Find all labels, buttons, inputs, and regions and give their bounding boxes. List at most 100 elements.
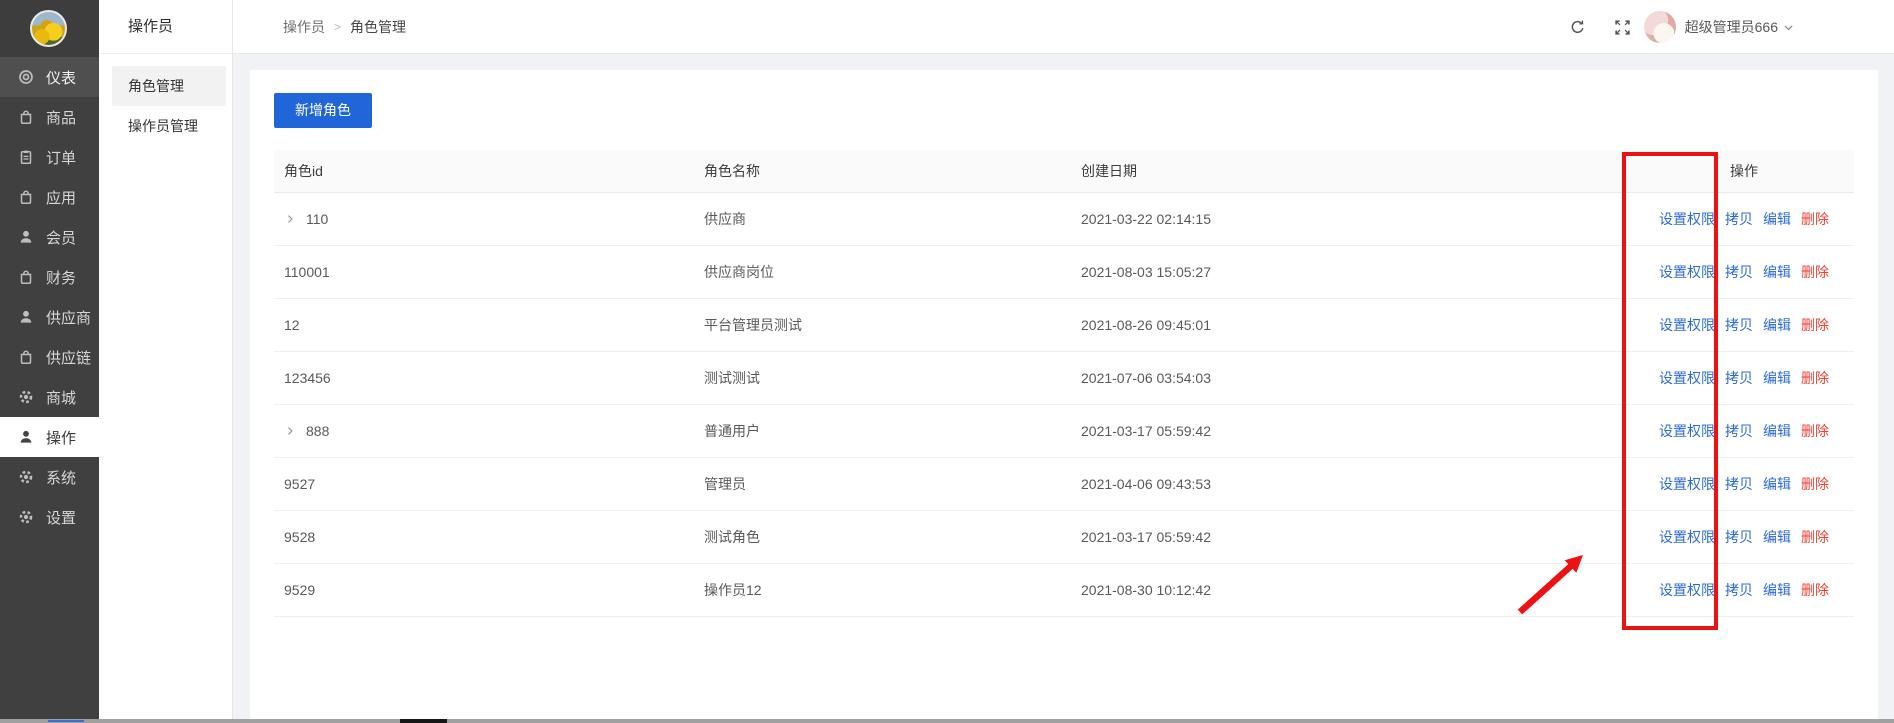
- action-link-set-permissions[interactable]: 设置权限: [1659, 421, 1715, 441]
- table-row: 9527 管理员2021-04-06 09:43:53 设置权限拷贝编辑删除: [274, 457, 1854, 510]
- action-link-edit[interactable]: 编辑: [1763, 421, 1791, 441]
- action-link-set-permissions[interactable]: 设置权限: [1659, 580, 1715, 600]
- action-link-delete[interactable]: 删除: [1801, 527, 1829, 547]
- sidebar-item-settings[interactable]: 设置: [0, 497, 99, 537]
- breadcrumb-item-operator[interactable]: 操作员: [283, 17, 325, 37]
- role-name-cell: 管理员: [694, 457, 1071, 510]
- role-name-cell: 操作员12: [694, 563, 1071, 616]
- created-date-cell: 2021-04-06 09:43:53: [1071, 457, 1634, 510]
- action-link-edit[interactable]: 编辑: [1763, 262, 1791, 282]
- action-link-copy[interactable]: 拷贝: [1725, 421, 1753, 441]
- role-id-cell: 9529: [274, 563, 694, 616]
- sidebar-item-finance[interactable]: 财务: [0, 257, 99, 297]
- main-sidebar: 仪表商品订单应用会员财务供应商供应链商城操作系统设置: [0, 0, 99, 723]
- action-link-set-permissions[interactable]: 设置权限: [1659, 474, 1715, 494]
- person-icon: [18, 229, 34, 245]
- scrollbar-thumb[interactable]: [400, 719, 447, 723]
- role-id-value: 9527: [284, 476, 315, 492]
- created-date-cell: 2021-03-17 05:59:42: [1071, 510, 1634, 563]
- column-header-role-name: 角色名称: [694, 150, 1071, 192]
- table-row: 123456测试测试2021-07-06 03:54:03设置权限拷贝编辑删除: [274, 351, 1854, 404]
- sidebar-item-label: 应用: [46, 187, 76, 208]
- row-expand-icon[interactable]: [284, 425, 296, 437]
- app-root: 仪表商品订单应用会员财务供应商供应链商城操作系统设置 操作员 角色管理操作员管理…: [0, 0, 1894, 723]
- action-link-set-permissions[interactable]: 设置权限: [1659, 315, 1715, 335]
- column-header-actions: 操作: [1634, 150, 1854, 192]
- action-link-copy[interactable]: 拷贝: [1725, 580, 1753, 600]
- sidebar-item-label: 财务: [46, 267, 76, 288]
- sidebar-item-mall[interactable]: 商城: [0, 377, 99, 417]
- action-link-edit[interactable]: 编辑: [1763, 474, 1791, 494]
- sub-sidebar: 操作员 角色管理操作员管理: [99, 0, 233, 723]
- table-header-row: 角色id 角色名称 创建日期 操作: [274, 150, 1854, 192]
- sidebar-item-dashboard[interactable]: 仪表: [0, 57, 99, 97]
- created-date-cell: 2021-03-17 05:59:42: [1071, 404, 1634, 457]
- action-link-edit[interactable]: 编辑: [1763, 368, 1791, 388]
- action-link-set-permissions[interactable]: 设置权限: [1659, 262, 1715, 282]
- role-id-cell: 110001: [274, 245, 694, 298]
- action-link-delete[interactable]: 删除: [1801, 368, 1829, 388]
- actions-cell: 设置权限拷贝编辑删除: [1634, 245, 1854, 298]
- sidebar-item-apps[interactable]: 应用: [0, 177, 99, 217]
- user-name: 超级管理员666: [1685, 17, 1778, 37]
- sidebar-item-goods[interactable]: 商品: [0, 97, 99, 137]
- created-date-cell: 2021-08-26 09:45:01: [1071, 298, 1634, 351]
- sidebar-item-system[interactable]: 系统: [0, 457, 99, 497]
- action-link-set-permissions[interactable]: 设置权限: [1659, 527, 1715, 547]
- add-role-button[interactable]: 新增角色: [274, 93, 372, 128]
- row-expand-icon[interactable]: [284, 213, 296, 225]
- action-link-copy[interactable]: 拷贝: [1725, 474, 1753, 494]
- table-row: 888普通用户2021-03-17 05:59:42设置权限拷贝编辑删除: [274, 404, 1854, 457]
- sidebar-item-label: 商品: [46, 107, 76, 128]
- fullscreen-icon[interactable]: [1614, 19, 1631, 36]
- sidebar-item-members[interactable]: 会员: [0, 217, 99, 257]
- action-link-copy[interactable]: 拷贝: [1725, 315, 1753, 335]
- action-link-edit[interactable]: 编辑: [1763, 527, 1791, 547]
- sidebar-item-label: 设置: [46, 507, 76, 528]
- horizontal-scrollbar[interactable]: [0, 719, 1894, 723]
- role-id-value: 888: [306, 423, 329, 439]
- action-link-delete[interactable]: 删除: [1801, 262, 1829, 282]
- action-link-edit[interactable]: 编辑: [1763, 209, 1791, 229]
- role-name-cell: 供应商岗位: [694, 245, 1071, 298]
- logo-section: [0, 0, 99, 57]
- role-name-cell: 平台管理员测试: [694, 298, 1071, 351]
- action-link-delete[interactable]: 删除: [1801, 209, 1829, 229]
- sidebar-item-orders[interactable]: 订单: [0, 137, 99, 177]
- sub-sidebar-title: 操作员: [99, 0, 232, 54]
- action-link-copy[interactable]: 拷贝: [1725, 368, 1753, 388]
- action-link-edit[interactable]: 编辑: [1763, 315, 1791, 335]
- sidebar-item-label: 订单: [46, 147, 76, 168]
- submenu-item-operator-management[interactable]: 操作员管理: [112, 106, 226, 146]
- role-id-cell: 123456: [274, 351, 694, 404]
- refresh-icon[interactable]: [1569, 19, 1586, 36]
- role-id-value: 110001: [284, 264, 330, 280]
- gear-icon: [18, 509, 34, 525]
- action-link-set-permissions[interactable]: 设置权限: [1659, 368, 1715, 388]
- bag-icon: [18, 189, 34, 205]
- submenu-item-role-management[interactable]: 角色管理: [112, 66, 226, 106]
- role-id-cell: 110: [274, 192, 694, 245]
- sidebar-item-label: 商城: [46, 387, 76, 408]
- action-link-set-permissions[interactable]: 设置权限: [1659, 209, 1715, 229]
- sidebar-item-supply-chain[interactable]: 供应链: [0, 337, 99, 377]
- action-link-delete[interactable]: 删除: [1801, 421, 1829, 441]
- action-link-copy[interactable]: 拷贝: [1725, 209, 1753, 229]
- action-link-copy[interactable]: 拷贝: [1725, 527, 1753, 547]
- role-id-cell: 9528: [274, 510, 694, 563]
- role-id-value: 123456: [284, 370, 331, 386]
- user-menu[interactable]: 超级管理员666: [1644, 11, 1795, 43]
- sidebar-item-suppliers[interactable]: 供应商: [0, 297, 99, 337]
- top-header: 操作员 > 角色管理 超级管理员666: [233, 0, 1894, 54]
- action-link-delete[interactable]: 删除: [1801, 315, 1829, 335]
- column-header-role-id: 角色id: [274, 150, 694, 192]
- bag-icon: [18, 269, 34, 285]
- action-link-edit[interactable]: 编辑: [1763, 580, 1791, 600]
- action-link-delete[interactable]: 删除: [1801, 474, 1829, 494]
- chevron-down-icon: [1782, 21, 1795, 34]
- action-link-delete[interactable]: 删除: [1801, 580, 1829, 600]
- action-link-copy[interactable]: 拷贝: [1725, 262, 1753, 282]
- sub-sidebar-list: 角色管理操作员管理: [99, 66, 232, 146]
- sidebar-item-operations[interactable]: 操作: [0, 417, 99, 457]
- sidebar-item-label: 仪表: [46, 67, 76, 88]
